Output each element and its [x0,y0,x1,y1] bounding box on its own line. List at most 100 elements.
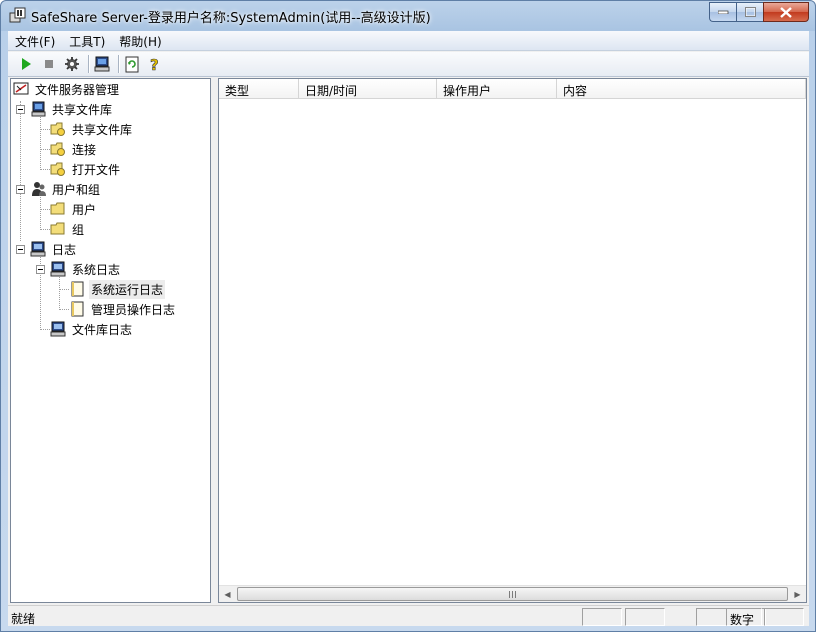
list-header: 类型 日期/时间 操作用户 内容 [219,79,806,99]
scrollbar-thumb[interactable] [237,587,788,601]
num-lock-indicator: 数字 [726,608,762,627]
status-panel [582,608,622,626]
settings-button[interactable] [62,54,82,74]
help-button[interactable]: ? [145,54,165,74]
tree-item-shared-library[interactable]: 共享文件库 [30,100,114,118]
folder-icon [50,202,65,215]
minimize-button[interactable] [709,2,736,22]
menu-bar: 文件(F) 工具T) 帮助(H) [8,31,809,51]
computer-button[interactable] [92,54,112,74]
tree-item-shared-library-sub[interactable]: 共享文件库 [50,120,134,138]
close-icon [780,6,792,18]
log-list-view[interactable]: 类型 日期/时间 操作用户 内容 ◀ ▶ [218,78,807,603]
document-icon [71,301,84,317]
computer-log-icon [50,321,66,337]
tree-item-label: 用户和组 [52,182,101,197]
close-button[interactable] [763,2,809,22]
client-area: 文件(F) 工具T) 帮助(H) ? 文件服务器管理 共享文件库 共享文件库 连… [8,31,809,627]
tree-item-label: 文件库日志 [72,322,133,337]
minimize-icon [717,10,728,14]
tree-line [40,329,50,330]
tree-item-system-log[interactable]: 系统日志 [50,260,122,278]
tree-item-label: 用户 [72,202,97,217]
column-header-operator[interactable]: 操作用户 [437,79,557,99]
tree-line [40,195,41,230]
tree-line [20,101,21,241]
start-button[interactable] [16,54,36,74]
tree-item-users-groups[interactable]: 用户和组 [30,180,102,198]
refresh-button[interactable] [122,54,142,74]
toolbar: ? [8,52,809,77]
horizontal-scrollbar[interactable]: ◀ ▶ [219,585,806,602]
tree-line [40,149,50,150]
tree-line [59,275,60,310]
grip-icon [508,590,517,598]
svg-text:?: ? [150,56,159,73]
column-header-datetime[interactable]: 日期/时间 [299,79,437,99]
refresh-document-icon [125,56,139,72]
app-window: SafeShare Server-登录用户名称:SystemAdmin(试用--… [0,0,816,632]
tree-line [40,209,50,210]
tree-item-label: 日志 [52,242,77,257]
app-icon [9,7,26,23]
tree-line [40,115,41,170]
tree-root-label: 文件服务器管理 [35,82,120,97]
toolbar-separator [88,55,89,73]
maximize-icon [744,7,756,17]
settings-gear-icon [65,57,79,71]
folder-icon [50,222,65,235]
play-icon [22,58,31,70]
menu-help[interactable]: 帮助(H) [112,31,168,51]
window-title: SafeShare Server-登录用户名称:SystemAdmin(试用--… [31,11,431,26]
tree-item-system-run-log[interactable]: 系统运行日志 [69,279,166,299]
tree-item-label: 管理员操作日志 [91,302,176,317]
document-icon [71,281,84,297]
menu-file[interactable]: 文件(F) [8,31,62,51]
shared-folder-icon [50,162,65,176]
status-panel [764,608,804,626]
tree-item-label: 系统日志 [72,262,121,277]
tree-item-logs[interactable]: 日志 [30,240,78,258]
collapse-toggle[interactable] [36,265,45,274]
tree-item-connections[interactable]: 连接 [50,140,98,158]
chevron-right-icon: ▶ [794,589,801,599]
collapse-toggle[interactable] [16,185,25,194]
collapse-toggle[interactable] [16,105,25,114]
title-bar[interactable]: SafeShare Server-登录用户名称:SystemAdmin(试用--… [1,1,815,31]
shared-folder-icon [50,142,65,156]
toolbar-separator [118,55,119,73]
tree-item-admin-operation-log[interactable]: 管理员操作日志 [69,300,177,318]
status-panel [625,608,665,626]
stop-button[interactable] [39,54,59,74]
tree-item-label: 共享文件库 [52,102,113,117]
collapse-toggle[interactable] [16,245,25,254]
tree-line [59,289,69,290]
tree-view[interactable]: 文件服务器管理 共享文件库 共享文件库 连接 打开文件 用户和组 用户 组 日志… [10,78,211,603]
status-text: 就绪 [11,612,36,626]
scroll-left-button[interactable]: ◀ [219,586,236,602]
tree-item-users[interactable]: 用户 [50,200,98,218]
tree-line [59,309,69,310]
computer-icon [94,56,109,72]
tree-item-groups[interactable]: 组 [50,220,86,238]
tree-root[interactable]: 文件服务器管理 [13,80,121,98]
column-header-type[interactable]: 类型 [219,79,299,99]
computer-icon [31,101,46,117]
tree-line [40,169,50,170]
tree-line [40,129,50,130]
shared-folder-icon [50,122,65,136]
chevron-left-icon: ◀ [224,589,231,599]
tree-item-label: 系统运行日志 [89,279,166,299]
tree-item-label: 共享文件库 [72,122,133,137]
menu-tools[interactable]: 工具T) [62,31,112,51]
scroll-right-button[interactable]: ▶ [789,586,806,602]
tree-item-library-log[interactable]: 文件库日志 [50,320,134,338]
tree-line [40,229,50,230]
tree-item-label: 组 [72,222,85,237]
tree-item-open-files[interactable]: 打开文件 [50,160,122,178]
column-header-content[interactable]: 内容 [557,79,806,99]
users-icon [32,182,46,196]
stop-icon [45,60,53,68]
computer-log-icon [50,261,66,277]
maximize-button[interactable] [736,2,763,22]
